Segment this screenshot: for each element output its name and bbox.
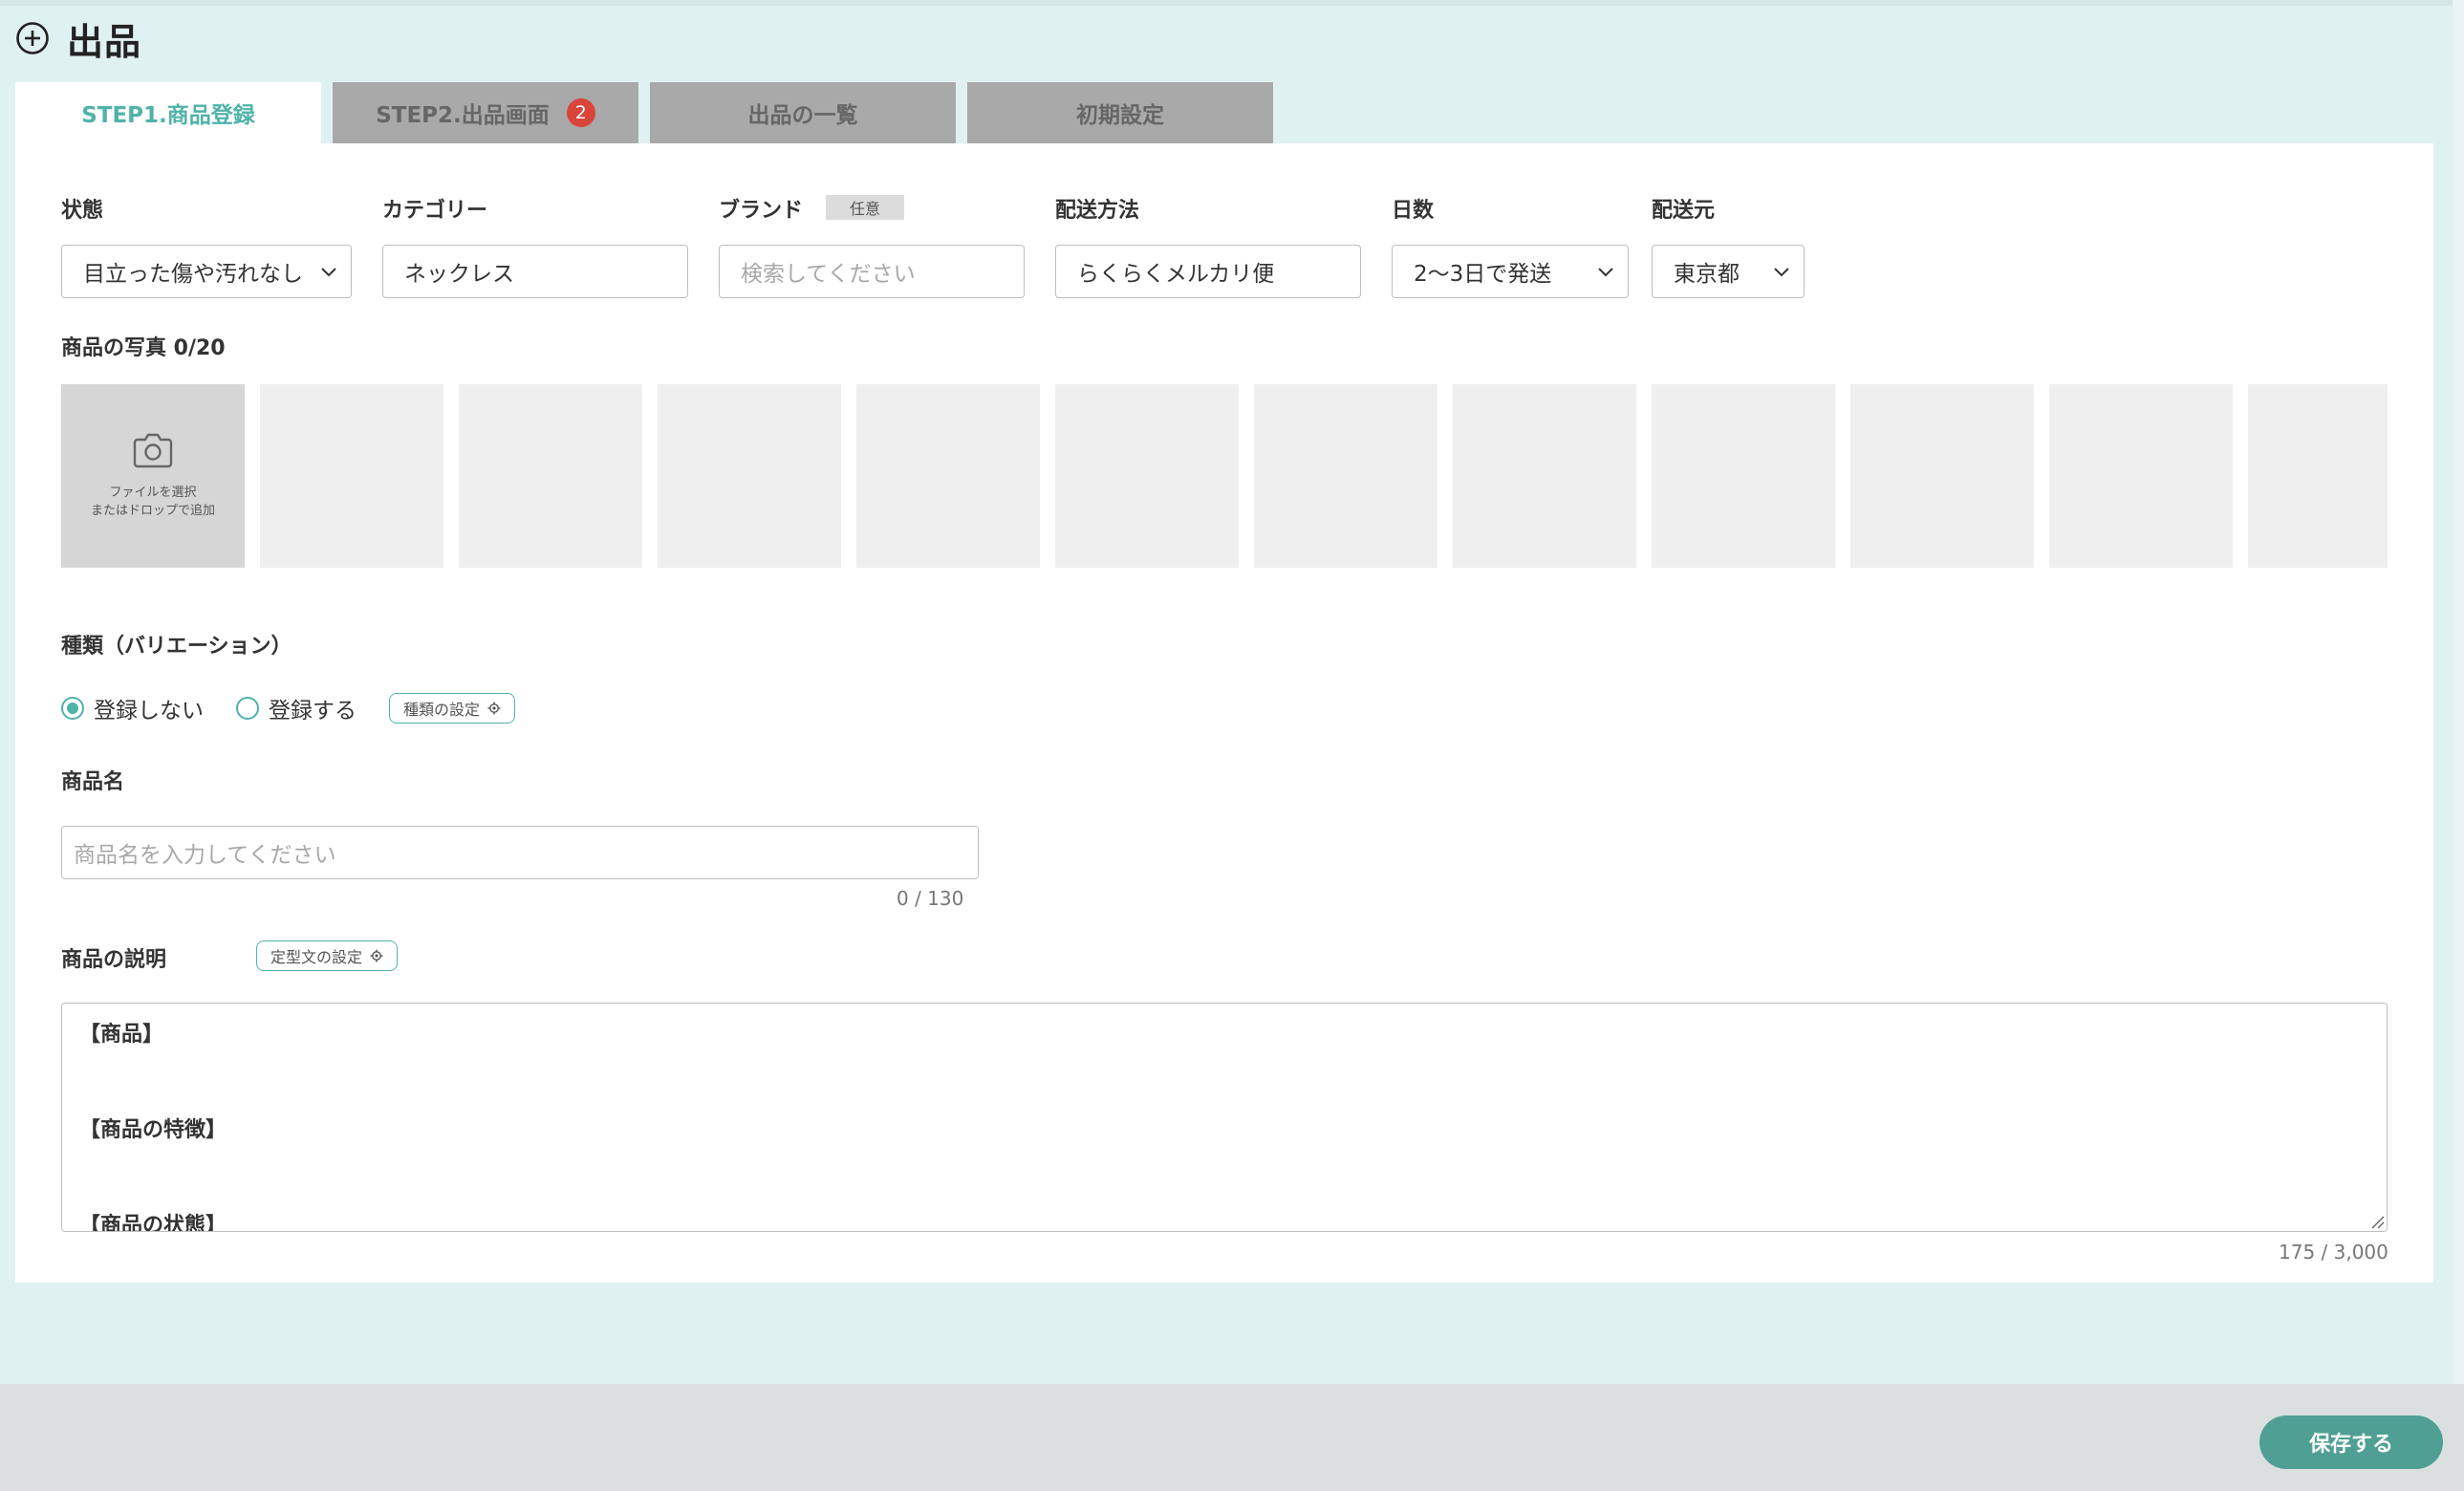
- variation-settings-button[interactable]: 種類の設定: [389, 693, 516, 724]
- scrollbar[interactable]: [2453, 0, 2464, 1384]
- photo-slot[interactable]: [2248, 384, 2388, 568]
- tab-label: 初期設定: [1076, 103, 1164, 128]
- description-line: [79, 1065, 2369, 1113]
- tab-label: STEP1.商品登録: [81, 103, 255, 128]
- variation-radio-group: 登録しない 登録する 種類の設定: [61, 692, 516, 724]
- description-line: 【商品の特徴】: [79, 1118, 227, 1142]
- category-label: カテゴリー: [382, 199, 488, 223]
- page-header: 出品: [15, 13, 141, 63]
- form-panel: 状態 カテゴリー ブランド 任意 配送方法 日数 配送元 目立った傷や汚れなし …: [15, 143, 2433, 1283]
- photo-slot[interactable]: [1652, 384, 1835, 568]
- top-strip: [0, 0, 2464, 6]
- button-label: 定型文の設定: [270, 948, 363, 966]
- condition-value: 目立った傷や汚れなし: [83, 262, 303, 287]
- photo-slot[interactable]: [459, 384, 642, 568]
- description-line: [79, 1160, 2369, 1208]
- add-circle-icon: [16, 22, 49, 54]
- condition-label: 状態: [61, 199, 104, 223]
- tab-step2-listing-screen[interactable]: STEP2.出品画面 2: [333, 82, 638, 143]
- radio-unselected-icon: [236, 697, 259, 720]
- tab-label: 出品の一覧: [747, 103, 858, 128]
- origin-select[interactable]: 東京都: [1652, 245, 1805, 298]
- radio-label: 登録しない: [94, 699, 204, 724]
- days-value: 2〜3日で発送: [1414, 262, 1552, 287]
- page-title: 出品: [67, 20, 142, 63]
- chevron-down-icon: [1598, 268, 1613, 277]
- tab-label: STEP2.出品画面: [376, 103, 550, 128]
- gear-icon: [487, 702, 501, 715]
- shipping-method-field[interactable]: らくらくメルカリ便: [1055, 245, 1361, 298]
- description-char-count: 175 / 3,000: [2279, 1241, 2388, 1264]
- tab-listing-list[interactable]: 出品の一覧: [650, 82, 956, 143]
- description-label: 商品の説明: [61, 948, 167, 972]
- step-tabs: STEP1.商品登録 STEP2.出品画面 2 出品の一覧 初期設定: [15, 82, 1273, 143]
- save-button[interactable]: 保存する: [2259, 1415, 2443, 1469]
- product-name-label: 商品名: [61, 770, 125, 794]
- radio-label: 登録する: [269, 699, 357, 724]
- product-name-char-count: 0 / 130: [897, 887, 964, 910]
- product-name-input[interactable]: 商品名を入力してください: [61, 826, 979, 879]
- photos-label: 商品の写真 0/20: [61, 336, 226, 360]
- brand-label: ブランド: [719, 199, 804, 223]
- count-badge: 2: [566, 98, 595, 127]
- radio-do-not-register[interactable]: 登録しない: [61, 692, 204, 724]
- radio-selected-icon: [61, 697, 84, 720]
- days-select[interactable]: 2〜3日で発送: [1392, 245, 1629, 298]
- photo-slot[interactable]: [658, 384, 841, 568]
- category-value: ネックレス: [404, 262, 514, 287]
- tab-step1-product-registration[interactable]: STEP1.商品登録: [15, 82, 321, 143]
- chevron-down-icon: [1774, 268, 1789, 277]
- camera-icon: [133, 433, 173, 468]
- footer-bar: [0, 1384, 2464, 1491]
- category-field[interactable]: ネックレス: [382, 245, 688, 298]
- app-root: 出品 STEP1.商品登録 STEP2.出品画面 2 出品の一覧 初期設定 状態…: [0, 0, 2464, 1491]
- chevron-down-icon: [321, 268, 336, 277]
- condition-select[interactable]: 目立った傷や汚れなし: [61, 245, 352, 298]
- description-line: 【商品】: [79, 1023, 164, 1047]
- photo-slot[interactable]: [1254, 384, 1437, 568]
- photo-slot[interactable]: [2049, 384, 2233, 568]
- photo-slot[interactable]: [260, 384, 443, 568]
- gear-icon: [370, 949, 383, 962]
- description-line: 【商品の状態】: [79, 1214, 227, 1232]
- photo-upload-dropzone[interactable]: ファイルを選択 またはドロップで追加: [61, 384, 245, 568]
- brand-placeholder: 検索してください: [741, 262, 916, 287]
- photo-slot[interactable]: [1055, 384, 1239, 568]
- photo-slot[interactable]: [1850, 384, 2034, 568]
- photo-slot[interactable]: [856, 384, 1040, 568]
- upload-hint-line2: またはドロップで追加: [90, 504, 215, 518]
- origin-label: 配送元: [1652, 199, 1716, 223]
- product-name-placeholder: 商品名を入力してください: [74, 843, 336, 868]
- resize-handle-icon[interactable]: [2369, 1214, 2385, 1229]
- tab-initial-settings[interactable]: 初期設定: [967, 82, 1273, 143]
- photo-slot[interactable]: [1453, 384, 1636, 568]
- shipping-method-value: らくらくメルカリ便: [1077, 262, 1275, 287]
- radio-register[interactable]: 登録する: [236, 692, 357, 724]
- brand-search-input[interactable]: 検索してください: [719, 245, 1025, 298]
- upload-hint: ファイルを選択 またはドロップで追加: [91, 484, 215, 520]
- description-textarea[interactable]: 【商品】 【商品の特徴】 【商品の状態】: [61, 1003, 2388, 1232]
- variation-label: 種類（バリエーション）: [61, 635, 292, 659]
- origin-value: 東京都: [1674, 262, 1740, 287]
- optional-tag: 任意: [826, 195, 904, 220]
- days-label: 日数: [1392, 199, 1435, 223]
- upload-hint-line1: ファイルを選択: [109, 486, 197, 500]
- button-label: 種類の設定: [403, 701, 481, 719]
- template-settings-button[interactable]: 定型文の設定: [256, 940, 399, 971]
- shipping-method-label: 配送方法: [1055, 199, 1140, 223]
